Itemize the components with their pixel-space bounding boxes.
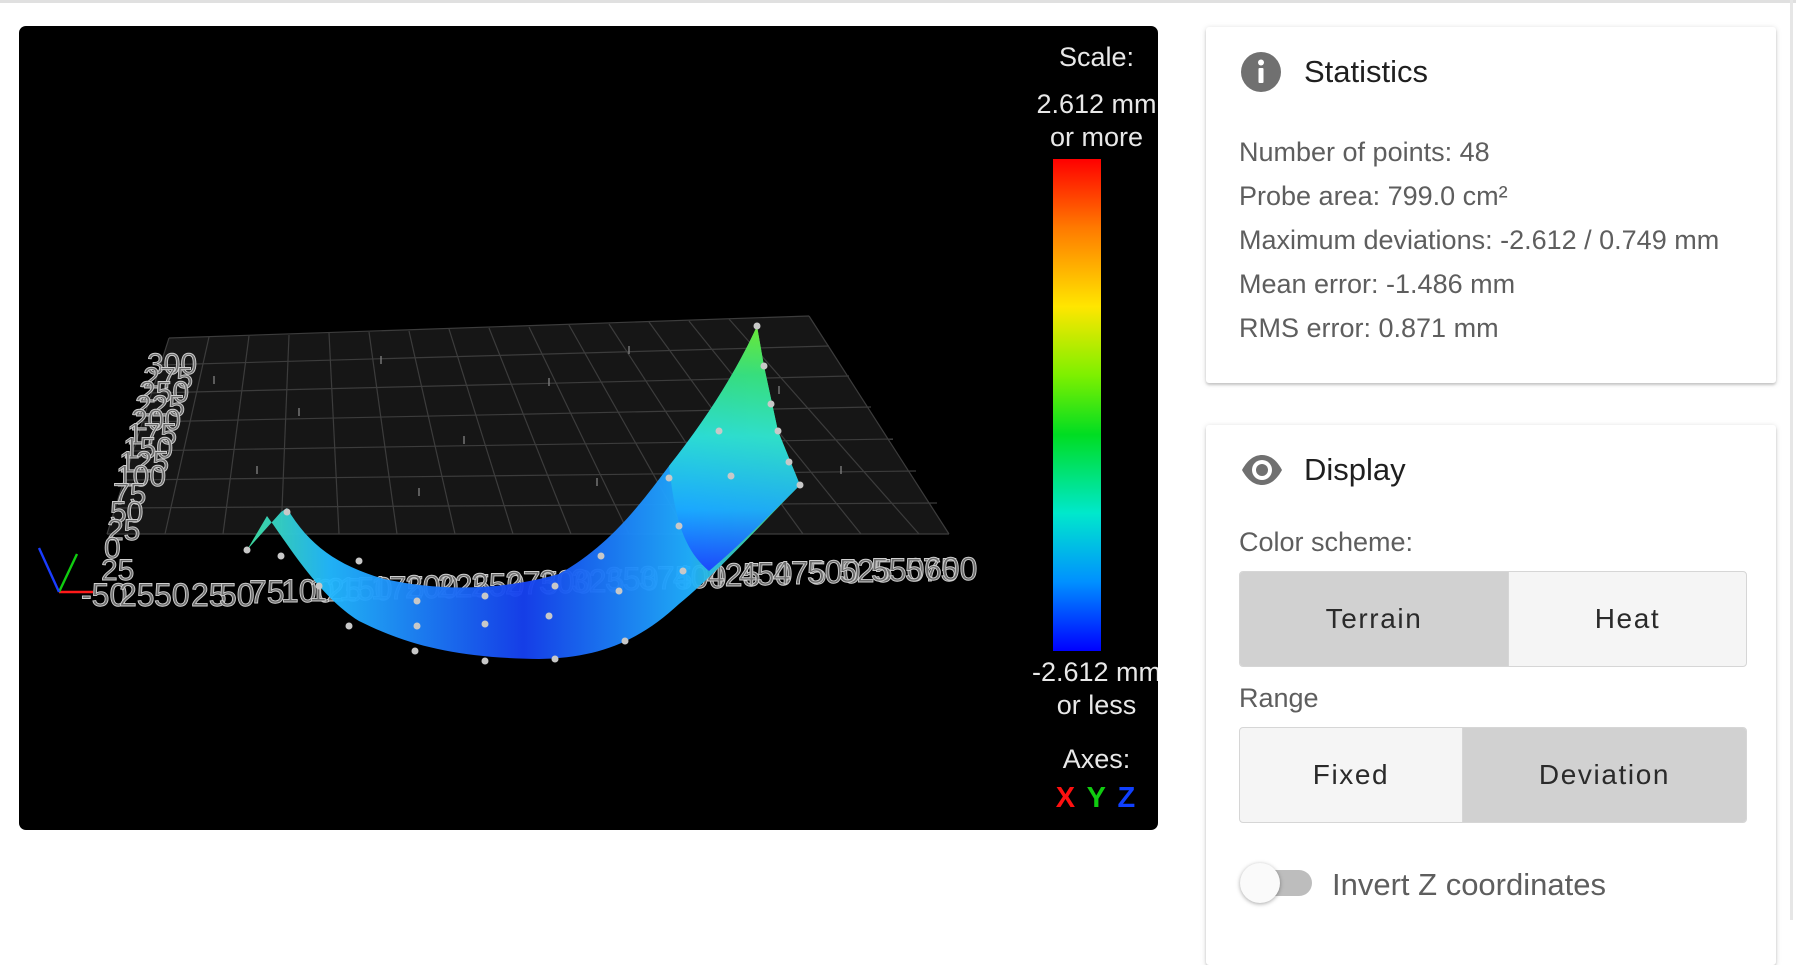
invert-z-toggle-knob (1240, 863, 1280, 903)
scale-max-value: 2.612 mm (1036, 89, 1157, 119)
fixed-button[interactable]: Fixed (1240, 728, 1462, 822)
stat-rms-error: RMS error: 0.871 mm (1239, 313, 1499, 343)
display-header: Display (1240, 449, 1406, 491)
color-scheme-button-group: Terrain Heat (1239, 571, 1747, 667)
color-scale-bar (1053, 159, 1101, 651)
axis-z-label: Z (1117, 782, 1138, 814)
heightmap-scene[interactable]: 300 275 250 225 200 175 150 125 100 75 5… (19, 26, 1158, 830)
heat-button[interactable]: Heat (1508, 572, 1746, 666)
axis-y-label: Y (1086, 782, 1108, 814)
info-icon (1240, 51, 1282, 93)
invert-z-label: Invert Z coordinates (1332, 867, 1606, 902)
range-label: Range (1239, 683, 1319, 713)
stat-maximum-deviations: Maximum deviations: -2.612 / 0.749 mm (1239, 225, 1720, 255)
axes-legend: X Y Z (1019, 782, 1158, 815)
svg-text:75: 75 (249, 574, 285, 610)
top-border (0, 0, 1796, 3)
statistics-card: Statistics Number of points: 48 Probe ar… (1206, 27, 1776, 383)
display-title: Display (1304, 452, 1406, 487)
scale-min-value: -2.612 mm (1031, 657, 1158, 687)
color-scheme-label: Color scheme: (1239, 527, 1414, 557)
scale-max-note: or more (1049, 122, 1144, 152)
scale-min-note: or less (1056, 690, 1137, 720)
eye-icon (1240, 449, 1282, 491)
page-scrollbar[interactable] (1790, 0, 1793, 920)
axis-x-label: X (1055, 782, 1078, 814)
svg-text:600: 600 (924, 551, 977, 587)
range-button-group: Fixed Deviation (1239, 727, 1747, 823)
statistics-header: Statistics (1240, 51, 1428, 93)
display-card: Display Color scheme: Terrain Heat Range… (1206, 425, 1776, 965)
statistics-title: Statistics (1304, 54, 1429, 89)
scale-min-label: -2.612 mm or less (1014, 656, 1158, 722)
invert-z-toggle[interactable] (1240, 861, 1316, 905)
heightmap-viewer[interactable]: 300 275 250 225 200 175 150 125 100 75 5… (19, 26, 1158, 830)
axes-title: Axes: (1062, 744, 1131, 774)
deviation-button[interactable]: Deviation (1462, 728, 1746, 822)
stat-number-of-points: Number of points: 48 (1239, 137, 1490, 167)
svg-text:50: 50 (154, 577, 190, 613)
scale-max-label: 2.612 mm or more (1014, 88, 1158, 154)
svg-text:25: 25 (119, 577, 155, 613)
terrain-button[interactable]: Terrain (1240, 572, 1508, 666)
scale-title: Scale: (1058, 42, 1135, 72)
stat-probe-area: Probe area: 799.0 cm² (1239, 181, 1508, 211)
stat-mean-error: Mean error: -1.486 mm (1239, 269, 1516, 299)
